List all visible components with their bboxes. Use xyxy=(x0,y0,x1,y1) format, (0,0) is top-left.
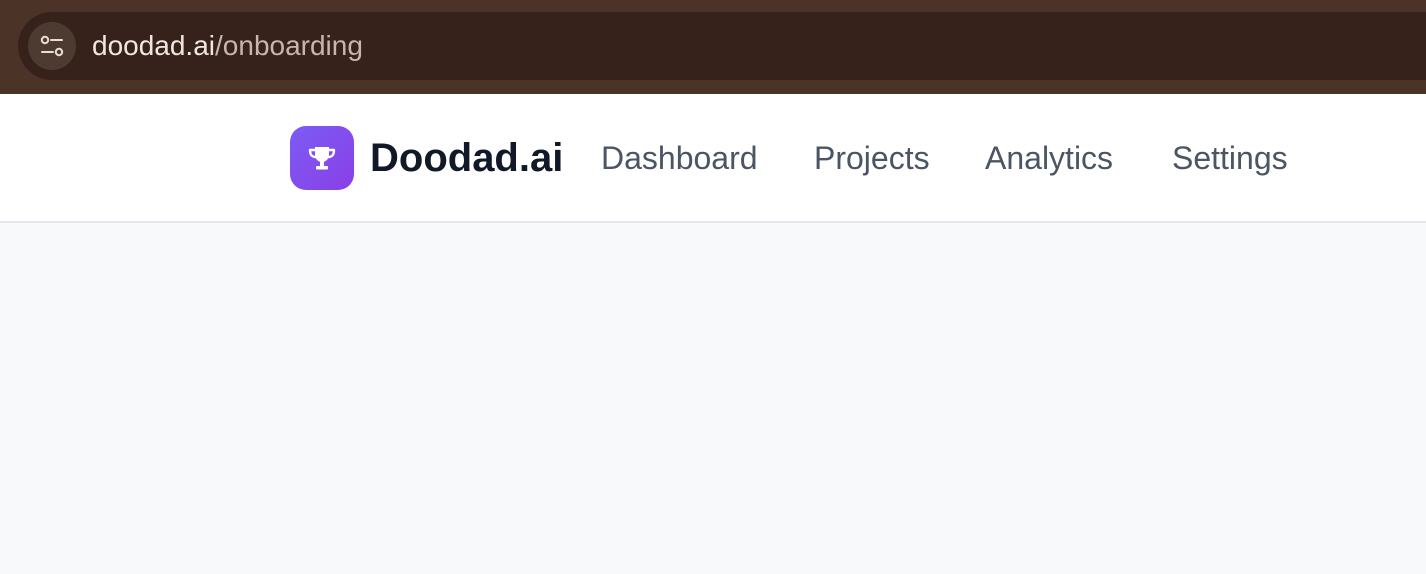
trophy-icon xyxy=(308,147,336,170)
nav-dashboard[interactable]: Dashboard xyxy=(601,134,758,182)
address-bar[interactable]: doodad.ai/onboarding xyxy=(18,12,1426,80)
url-host: doodad.ai xyxy=(92,30,216,61)
url-text[interactable]: doodad.ai/onboarding xyxy=(92,29,363,63)
browser-toolbar: doodad.ai/onboarding xyxy=(0,0,1426,94)
url-path: /onboarding xyxy=(215,30,363,61)
main-content xyxy=(0,223,1426,574)
brand-name: Doodad.ai xyxy=(370,136,564,180)
tune-icon xyxy=(40,35,64,57)
nav-projects[interactable]: Projects xyxy=(814,134,930,182)
nav-analytics[interactable]: Analytics xyxy=(985,134,1113,182)
brand-logo xyxy=(290,126,354,190)
nav-settings[interactable]: Settings xyxy=(1172,134,1288,182)
brand-home-link[interactable]: Doodad.ai xyxy=(290,126,563,190)
app-header: Doodad.ai Dashboard Projects Analytics S… xyxy=(0,94,1426,223)
site-info-button[interactable] xyxy=(28,22,76,70)
